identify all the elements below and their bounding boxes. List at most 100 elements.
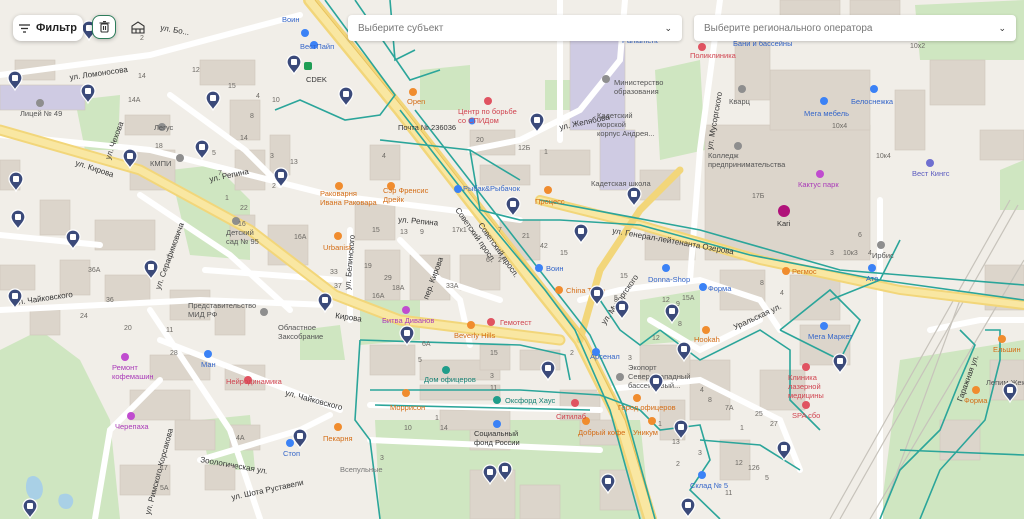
culture-icon <box>442 366 450 374</box>
house-number: 5А <box>160 485 169 492</box>
house-number: 4 <box>382 153 386 160</box>
house-number: 14 <box>240 135 248 142</box>
house-number: 6 <box>486 257 490 264</box>
filter-button[interactable]: Фильтр <box>13 15 83 41</box>
house-number: 17к1 <box>452 227 467 234</box>
food-icon <box>467 321 475 329</box>
poi-gemotest: Гемотест <box>500 318 532 327</box>
poi-mega-market: Мега Маркет <box>808 332 853 341</box>
bin-icon <box>12 75 18 81</box>
house-number: 1 <box>658 421 662 428</box>
house-number: 37 <box>334 283 342 290</box>
buildings-button[interactable] <box>126 15 150 39</box>
house-number: 3 <box>830 250 834 257</box>
bin-icon <box>148 264 154 270</box>
shop-icon <box>454 185 462 193</box>
bin-icon <box>12 293 18 299</box>
poi-stop: Стоп <box>283 449 300 458</box>
bin-icon <box>210 95 216 101</box>
food-icon <box>648 417 656 425</box>
poi-legus: Легус <box>154 123 173 132</box>
clear-button[interactable] <box>92 15 116 39</box>
poi-belonezhka: Белоснежка <box>851 97 894 106</box>
poi-forma-right: Форма <box>964 396 988 405</box>
house-number: 22 <box>240 205 248 212</box>
poi-neirodinamika: Нейродинамика <box>226 377 283 386</box>
house-number: 11 <box>166 327 173 334</box>
filter-label: Фильтр <box>35 22 78 34</box>
poi-spa: SPA сбо <box>792 411 820 420</box>
bin-icon <box>291 59 297 65</box>
chevron-down-icon: ⌄ <box>664 22 672 33</box>
shop-icon <box>286 439 294 447</box>
bin-icon <box>678 424 684 430</box>
poi-dobry-kofe: Добрый кофе <box>578 428 625 437</box>
house-number: 2 <box>676 461 680 468</box>
bin-icon <box>545 365 551 371</box>
bin-icon <box>322 297 328 303</box>
culture-icon <box>493 396 501 404</box>
shop-icon <box>870 85 878 93</box>
house-number: 36А <box>88 267 101 274</box>
map-canvas[interactable]: ул. Кирова Кирова ул. Чайковского ул. Ча… <box>0 0 1024 519</box>
house-number: 18А <box>392 285 405 292</box>
bin-icon <box>278 172 284 178</box>
poi-morrison: Моррисон <box>390 403 425 412</box>
poi-poliklinika: Поликлиника <box>690 51 737 60</box>
bin-icon <box>297 433 303 439</box>
house-number: 8 <box>678 321 682 328</box>
bin-icon <box>85 88 91 94</box>
bin-icon <box>594 290 600 296</box>
food-icon <box>334 232 342 240</box>
poi-cherepakha: Черепаха <box>115 422 149 431</box>
house-number: 36 <box>106 297 114 304</box>
house-number: 3 <box>698 450 702 457</box>
house-number: 2 <box>272 183 276 190</box>
house-number: 14 <box>440 425 448 432</box>
poi-hookah: Hookah <box>694 335 720 344</box>
house-number: 25 <box>755 411 763 418</box>
house-number: 13 <box>290 159 298 166</box>
house-number: 14А <box>128 97 141 104</box>
house-number: 14 <box>138 73 146 80</box>
poi-kmpi: КМПИ <box>150 159 171 168</box>
poi-dom-oficerov: Дом офицеров <box>424 375 476 384</box>
house-number: 12 <box>192 67 200 74</box>
cdek-icon <box>304 62 312 70</box>
house-number: 11 <box>490 385 497 392</box>
bin-icon <box>510 201 516 207</box>
house-number: 4 <box>700 387 704 394</box>
house-number: 5 <box>418 357 422 364</box>
house-number: 7 <box>218 170 222 177</box>
service-icon <box>127 412 135 420</box>
house-number: 3 <box>380 455 384 462</box>
house-number: 126 <box>748 465 760 472</box>
bin-icon <box>653 378 659 384</box>
poi-forma-mid: Форма <box>708 284 732 293</box>
operator-select[interactable]: Выберите регионального оператора ⌄ <box>694 15 1016 41</box>
poi-beverly: Beverly Hills <box>454 331 496 340</box>
house-number: 8 <box>708 397 712 404</box>
house-number: 7 <box>498 227 502 234</box>
shop-icon <box>662 264 670 272</box>
fund-icon <box>493 420 501 428</box>
poi-sklad: Склад № 5 <box>690 481 728 490</box>
poi-cdek: CDEK <box>306 75 327 84</box>
bin-icon <box>13 176 19 182</box>
poi-vest-kings: Вест Кингс <box>912 169 950 178</box>
lab-icon <box>571 399 579 407</box>
bin-icon <box>27 503 33 509</box>
shop-icon <box>868 264 876 272</box>
house-number: 29 <box>384 275 392 282</box>
food-icon <box>402 389 410 397</box>
bin-icon <box>578 228 584 234</box>
poi-bitva: Битва Диванов <box>382 316 434 325</box>
shop-icon <box>877 241 885 249</box>
bin-icon <box>781 445 787 451</box>
shop-icon <box>820 322 828 330</box>
service-icon <box>121 353 129 361</box>
subject-select[interactable]: Выберите субъект ⌄ <box>348 15 682 41</box>
house-number: 17 <box>160 465 168 472</box>
medical-icon <box>484 97 492 105</box>
bin-icon <box>487 469 493 475</box>
